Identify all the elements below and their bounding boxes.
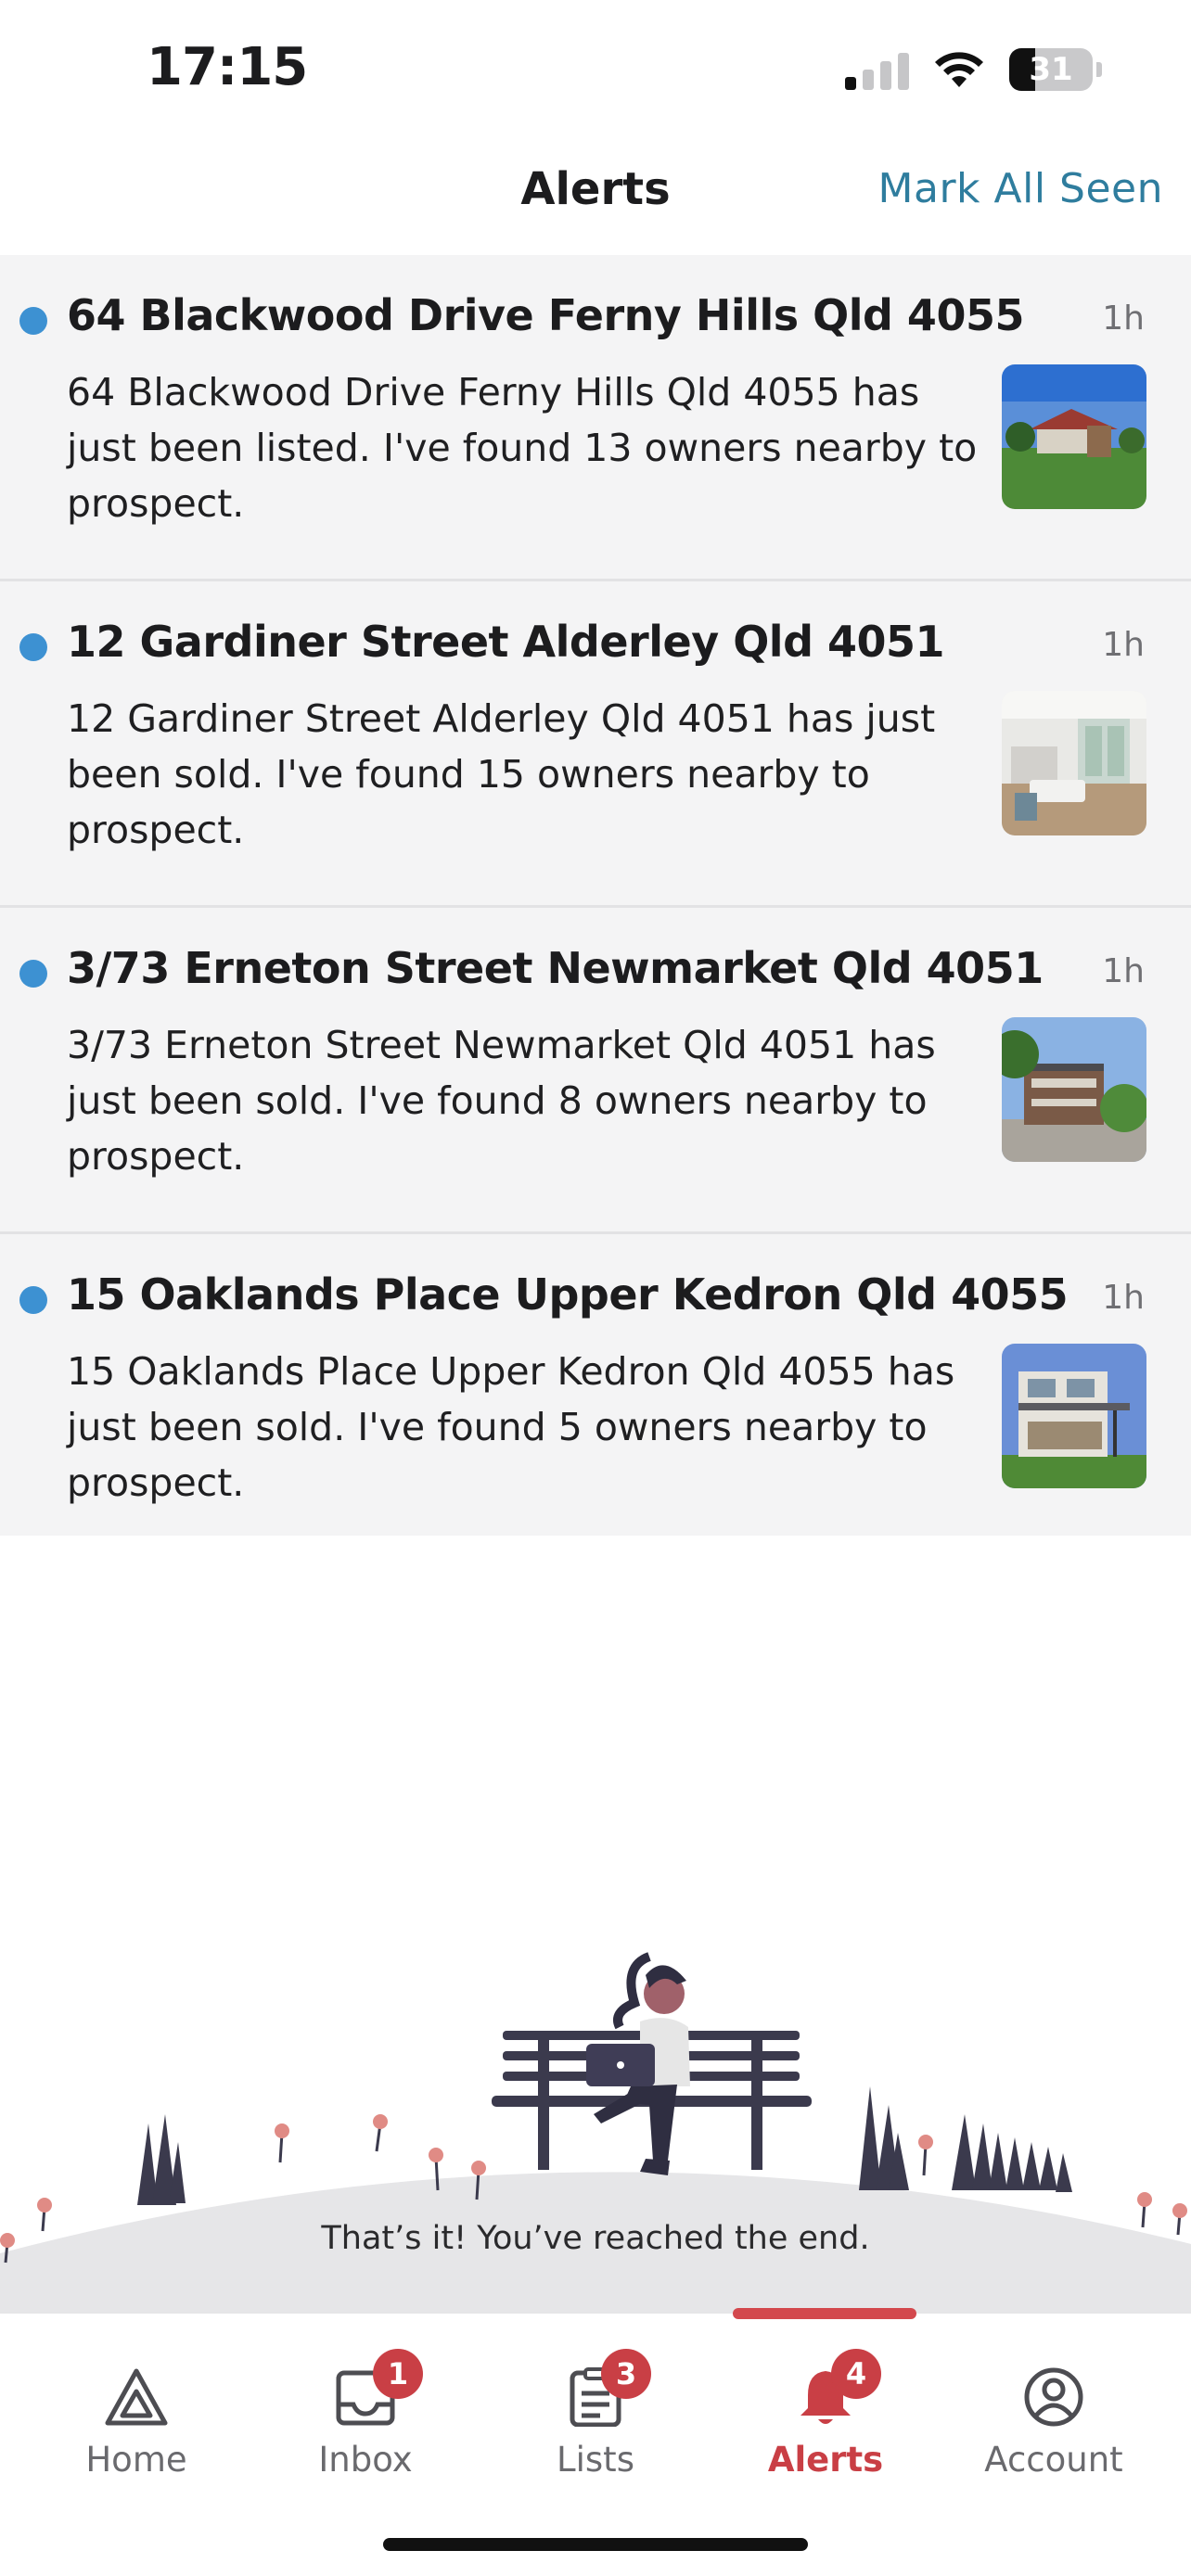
tab-account[interactable]: Account: [961, 2367, 1146, 2480]
property-thumbnail[interactable]: [1002, 1017, 1146, 1162]
wifi-icon: [935, 52, 983, 87]
mark-all-seen-button[interactable]: Mark All Seen: [878, 165, 1163, 212]
signal-icon: [845, 49, 909, 90]
end-of-list-message: That’s it! You’ve reached the end.: [321, 2220, 870, 2257]
tab-label: Home: [85, 2440, 187, 2480]
tab-home[interactable]: Home: [44, 2367, 229, 2480]
tab-bar: Home 1 Inbox 3 Lists 4 Alerts Account: [0, 2308, 1191, 2576]
tab-label: Alerts: [767, 2440, 884, 2480]
property-thumbnail[interactable]: [1002, 691, 1146, 835]
status-time: 17:15: [147, 37, 308, 97]
home-icon: [105, 2368, 168, 2426]
active-tab-indicator: [733, 2308, 916, 2319]
alert-time: 1h: [1102, 626, 1145, 664]
alerts-badge: 4: [831, 2349, 881, 2399]
tab-label: Account: [984, 2440, 1123, 2480]
trees-left: [137, 2114, 186, 2205]
unread-dot: [19, 1286, 47, 1314]
alert-body: 3/73 Erneton Street Newmarket Qld 4051 h…: [67, 1023, 936, 1179]
lists-badge: 3: [601, 2349, 651, 2399]
alerts-list: 64 Blackwood Drive Ferny Hills Qld 4055 …: [0, 255, 1191, 1536]
inbox-badge: 1: [373, 2349, 423, 2399]
alert-item[interactable]: 64 Blackwood Drive Ferny Hills Qld 4055 …: [0, 255, 1191, 581]
alert-title: 3/73 Erneton Street Newmarket Qld 4051: [67, 943, 1044, 993]
property-thumbnail[interactable]: [1002, 1344, 1146, 1488]
end-of-list-illustration: [0, 1952, 1191, 2314]
trees-right: [859, 2086, 1072, 2192]
alert-title: 64 Blackwood Drive Ferny Hills Qld 4055: [67, 290, 1024, 340]
alert-item[interactable]: 15 Oaklands Place Upper Kedron Qld 4055 …: [0, 1234, 1191, 1536]
alert-time: 1h: [1102, 1279, 1145, 1317]
battery-icon: 31: [1009, 48, 1093, 91]
person-figure: [586, 1952, 690, 2175]
tab-inbox[interactable]: 1 Inbox: [273, 2349, 458, 2480]
header: Alerts Mark All Seen: [0, 139, 1191, 255]
alert-title: 15 Oaklands Place Upper Kedron Qld 4055: [67, 1269, 1069, 1320]
status-bar: 17:15 31: [0, 0, 1191, 139]
tab-alerts[interactable]: 4 Alerts: [733, 2349, 918, 2480]
alert-item[interactable]: 3/73 Erneton Street Newmarket Qld 4051 1…: [0, 908, 1191, 1234]
home-indicator[interactable]: [383, 2538, 808, 2551]
tab-label: Lists: [557, 2440, 634, 2480]
alert-title: 12 Gardiner Street Alderley Qld 4051: [67, 617, 945, 667]
tab-lists[interactable]: 3 Lists: [503, 2349, 688, 2480]
status-icons: 31: [845, 46, 1102, 93]
alert-body: 12 Gardiner Street Alderley Qld 4051 has…: [67, 696, 936, 852]
alert-time: 1h: [1102, 300, 1145, 338]
alert-body: 64 Blackwood Drive Ferny Hills Qld 4055 …: [67, 370, 978, 526]
account-icon: [1024, 2367, 1083, 2427]
alert-body: 15 Oaklands Place Upper Kedron Qld 4055 …: [67, 1349, 955, 1505]
tab-label: Inbox: [318, 2440, 413, 2480]
unread-dot: [19, 307, 47, 335]
unread-dot: [19, 960, 47, 988]
alert-item[interactable]: 12 Gardiner Street Alderley Qld 4051 1h …: [0, 581, 1191, 908]
alert-time: 1h: [1102, 952, 1145, 990]
battery-tip: [1096, 62, 1102, 77]
unread-dot: [19, 633, 47, 661]
battery-level: 31: [1029, 51, 1073, 88]
property-thumbnail[interactable]: [1002, 364, 1146, 509]
